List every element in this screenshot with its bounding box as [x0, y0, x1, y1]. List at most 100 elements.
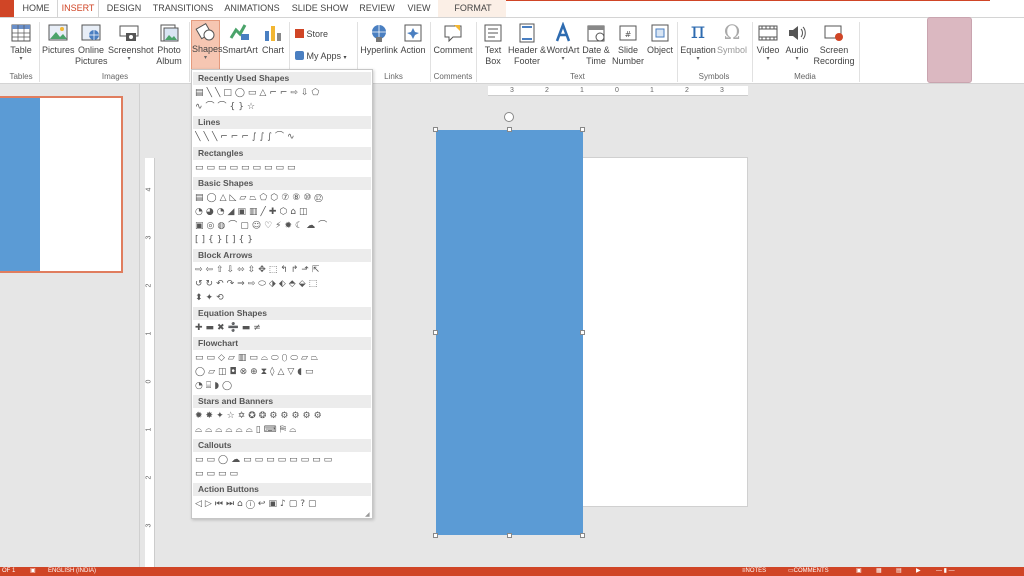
hyperlink-button[interactable]: Hyperlink: [360, 22, 398, 56]
separator: [39, 22, 40, 82]
group-text: Text: [570, 72, 585, 81]
file-tab[interactable]: [0, 0, 14, 17]
shape-row[interactable]: ✚▬✖➗▬≠: [195, 322, 371, 335]
shape-row[interactable]: ▭▭▭▭: [195, 468, 371, 481]
header-footer-button[interactable]: Header & Footer: [507, 22, 547, 67]
resize-handle[interactable]: [507, 533, 512, 538]
view-normal-icon[interactable]: ▣: [856, 567, 862, 576]
resize-handle[interactable]: [433, 533, 438, 538]
slide-thumbnail[interactable]: [0, 96, 123, 273]
resize-grip-icon[interactable]: ◢: [365, 511, 371, 518]
slide-number-label: Slide Number: [612, 45, 645, 66]
tab-format[interactable]: FORMAT: [446, 0, 500, 17]
shape-row[interactable]: ✹✸✦☆✡✪❂⚙⚙⚙⚙⚙: [195, 410, 371, 423]
powerpoint-window: HOME INSERT DESIGN TRANSITIONS ANIMATION…: [0, 0, 1024, 576]
tab-slide-show[interactable]: SLIDE SHOW: [288, 0, 352, 17]
view-slideshow-icon[interactable]: ▶: [916, 567, 921, 576]
shape-row[interactable]: ▭▭▭▭▭▭▭▭▭: [195, 162, 371, 175]
resize-handle[interactable]: [433, 330, 438, 335]
video-button[interactable]: Video ▾: [755, 22, 781, 63]
chevron-down-icon: ▾: [19, 56, 23, 62]
shape-row[interactable]: ╲╲╲⌐⌐⌐∫∫∫⌒∿: [195, 131, 371, 144]
shape-row[interactable]: ◁▷⏮⏭⌂ⓘ↩▣♪▢?▢: [195, 498, 371, 511]
date-time-button[interactable]: Date & Time: [581, 22, 611, 67]
store-label: Store: [306, 29, 329, 39]
photo-album-button[interactable]: Photo Album: [151, 22, 187, 67]
shape-row[interactable]: ⬍✦⟲: [195, 292, 371, 305]
shape-row[interactable]: ◔◕◔◢▣▥╱✚⬡⌂◫: [195, 206, 371, 219]
tab-review[interactable]: REVIEW: [356, 0, 398, 17]
smartart-button[interactable]: SmartArt: [222, 22, 258, 56]
video-label: Video: [756, 45, 780, 55]
selected-rectangle-shape[interactable]: [436, 130, 583, 535]
context-line: [506, 0, 990, 1]
object-button[interactable]: Object: [645, 22, 675, 56]
section-callouts: Callouts: [193, 439, 371, 452]
view-sorter-icon[interactable]: ▦: [876, 567, 882, 576]
action-button[interactable]: Action: [399, 22, 427, 56]
language-indicator[interactable]: ENGLISH (INDIA): [48, 567, 96, 576]
chart-button[interactable]: Chart: [260, 22, 286, 56]
shape-row[interactable]: ▭▭◇▱▥▭⌓⬭⬯⬭▱⏢: [195, 352, 371, 365]
my-apps-button[interactable]: My Apps ▾: [295, 50, 347, 64]
shapes-button[interactable]: Shapes ▾: [191, 20, 223, 70]
resize-handle[interactable]: [580, 127, 585, 132]
tab-transitions[interactable]: TRANSITIONS: [150, 0, 216, 17]
equation-button[interactable]: π Equation ▾: [680, 20, 716, 63]
text-box-button[interactable]: Text Box: [480, 22, 506, 67]
online-pictures-button[interactable]: Online Pictures: [75, 22, 108, 67]
comment-icon: [444, 25, 462, 43]
resize-handle[interactable]: [507, 127, 512, 132]
wordart-button[interactable]: WordArt ▾: [546, 22, 580, 63]
screen-recording-button[interactable]: Screen Recording: [811, 22, 857, 67]
slide-number-button[interactable]: # Slide Number: [612, 22, 644, 67]
chevron-down-icon: ▾: [561, 56, 565, 62]
table-button[interactable]: Table ▾: [6, 22, 36, 63]
symbol-button[interactable]: Ω Symbol: [716, 20, 748, 56]
header-footer-label: Header & Footer: [507, 45, 547, 66]
speaker-icon: [789, 26, 806, 40]
tab-view[interactable]: VIEW: [400, 0, 438, 17]
resize-handle[interactable]: [580, 533, 585, 538]
resize-handle[interactable]: [580, 330, 585, 335]
shape-row[interactable]: ⇨⇦⇧⇩⬄⇳✥⬚↰↱⬏⇱: [195, 264, 371, 277]
comments-button[interactable]: ▭ COMMENTS: [788, 567, 829, 576]
tab-insert[interactable]: INSERT: [57, 0, 99, 17]
pictures-button[interactable]: Pictures: [42, 22, 75, 56]
rotate-handle[interactable]: [504, 112, 514, 122]
screen-recording-icon: [824, 25, 843, 41]
tab-animations[interactable]: ANIMATIONS: [220, 0, 284, 17]
ruler-tick-label: 2: [685, 87, 689, 94]
resize-handle[interactable]: [433, 127, 438, 132]
shape-row[interactable]: []{}[]{}: [195, 234, 371, 247]
chevron-down-icon: ▾: [203, 55, 207, 61]
shape-row[interactable]: ◯▱◫◘⊗⊕⧗◊△▽◖▭: [195, 366, 371, 379]
comment-button[interactable]: Comment: [432, 22, 474, 56]
notes-label: NOTES: [745, 568, 767, 574]
screenshot-button[interactable]: Screenshot ▾: [108, 22, 154, 63]
shape-row[interactable]: ↺↻↶↷⇒⇨⬭⬗⬖⬘⬙⬚: [195, 278, 371, 291]
shape-row[interactable]: ◔⌸◗◯: [195, 380, 371, 393]
spellcheck-icon[interactable]: ▣: [30, 567, 36, 576]
view-reading-icon[interactable]: ▤: [896, 567, 902, 576]
shapes-gallery: Recently Used Shapes ▤╲╲□◯▭△⌐⌐⇨⇩⬠ ∿⌒⌒{}☆…: [191, 69, 373, 519]
zoom-slider[interactable]: — ▮ —: [936, 567, 955, 576]
shape-row[interactable]: ∿⌒⌒{}☆: [195, 101, 371, 114]
tab-home[interactable]: HOME: [16, 0, 56, 17]
store-button[interactable]: Store: [295, 28, 328, 40]
section-block-arrows: Block Arrows: [193, 249, 371, 262]
shape-row[interactable]: ▣◎◍⌒▢☺♡⚡✹☾☁⌒: [195, 220, 371, 233]
shape-row[interactable]: ▤╲╲□◯▭△⌐⌐⇨⇩⬠: [195, 87, 371, 100]
slide-number-icon: #: [619, 25, 637, 41]
shape-row[interactable]: ▤◯△◺▱⏢⬠⬡⑦⑧⑩⑫: [195, 192, 371, 205]
equation-label: Equation: [680, 45, 716, 55]
shape-row[interactable]: ⌓⌓⌓⌓⌓⌓▯⌨⛿⌓: [195, 424, 371, 437]
tab-design[interactable]: DESIGN: [101, 0, 147, 17]
action-icon: [404, 24, 422, 42]
ribbon-tabs: HOME INSERT DESIGN TRANSITIONS ANIMATION…: [0, 0, 1024, 17]
audio-button[interactable]: Audio ▾: [783, 22, 811, 63]
chevron-down-icon: ▾: [127, 56, 131, 62]
online-pictures-icon: [81, 24, 101, 41]
shape-row[interactable]: ▭▭◯☁▭▭▭▭▭▭▭▭: [195, 454, 371, 467]
notes-button[interactable]: ≡ NOTES: [742, 567, 766, 576]
